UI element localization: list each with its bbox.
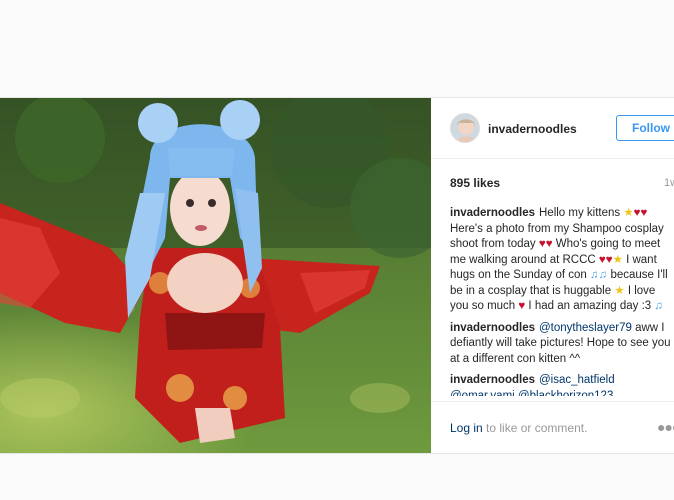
mention-link[interactable]: @omar.vami bbox=[450, 390, 515, 397]
comment-text: Hello my kittens bbox=[539, 207, 624, 219]
likes-count[interactable]: 895 likes bbox=[450, 176, 500, 190]
header-username[interactable]: invadernoodles bbox=[488, 122, 577, 136]
sparkle-emoji-icon: ★ bbox=[614, 284, 625, 297]
instagram-post: invadernoodles Follow 895 likes 1w invad… bbox=[0, 97, 674, 454]
mention-link[interactable]: @isac_hatfield bbox=[539, 374, 615, 386]
login-link[interactable]: Log in bbox=[450, 421, 483, 435]
mention-link[interactable]: @tonytheslayer79 bbox=[539, 322, 632, 334]
comment-username[interactable]: invadernoodles bbox=[450, 374, 535, 386]
sparkle-emoji-icon: ★ bbox=[612, 253, 623, 266]
post-photo[interactable] bbox=[0, 98, 431, 453]
login-prompt-text: to like or comment. bbox=[482, 421, 588, 435]
comments-list: invadernoodles Hello my kittens ★♥♥ Here'… bbox=[450, 206, 672, 396]
avatar-image bbox=[451, 114, 479, 142]
comment-item: invadernoodles @tonytheslayer79 aww I def… bbox=[450, 321, 672, 368]
follow-button[interactable]: Follow bbox=[616, 115, 674, 141]
heart-emoji-icon: ♥♥ bbox=[598, 253, 613, 266]
post-header: invadernoodles Follow bbox=[431, 98, 674, 159]
comment-item: invadernoodles Hello my kittens ★♥♥ Here'… bbox=[450, 206, 672, 315]
comment-username[interactable]: invadernoodles bbox=[450, 207, 535, 219]
user-avatar[interactable] bbox=[450, 113, 480, 143]
login-prompt: Log in to like or comment. bbox=[450, 421, 587, 435]
music-note-emoji-icon: ♫ bbox=[654, 300, 663, 312]
sparkle-emoji-icon: ★ bbox=[623, 207, 634, 219]
music-note-emoji-icon: ♫♫ bbox=[590, 269, 608, 281]
post-timestamp[interactable]: 1w bbox=[664, 177, 674, 189]
mention-link[interactable]: @blackhorizon123 bbox=[518, 390, 613, 397]
heart-emoji-icon: ♥♥ bbox=[633, 207, 648, 219]
more-options-icon[interactable]: ●●● bbox=[657, 419, 674, 435]
comment-item: invadernoodles @isac_hatfield @omar.vami … bbox=[450, 373, 672, 396]
comment-username[interactable]: invadernoodles bbox=[450, 322, 535, 334]
cosplay-photo-image bbox=[0, 98, 431, 453]
post-sidebar: invadernoodles Follow 895 likes 1w invad… bbox=[431, 98, 674, 453]
post-footer: Log in to like or comment. ●●● bbox=[431, 401, 674, 454]
heart-emoji-icon: ♥♥ bbox=[538, 238, 553, 250]
comment-text: I had an amazing day :3 bbox=[525, 300, 655, 312]
